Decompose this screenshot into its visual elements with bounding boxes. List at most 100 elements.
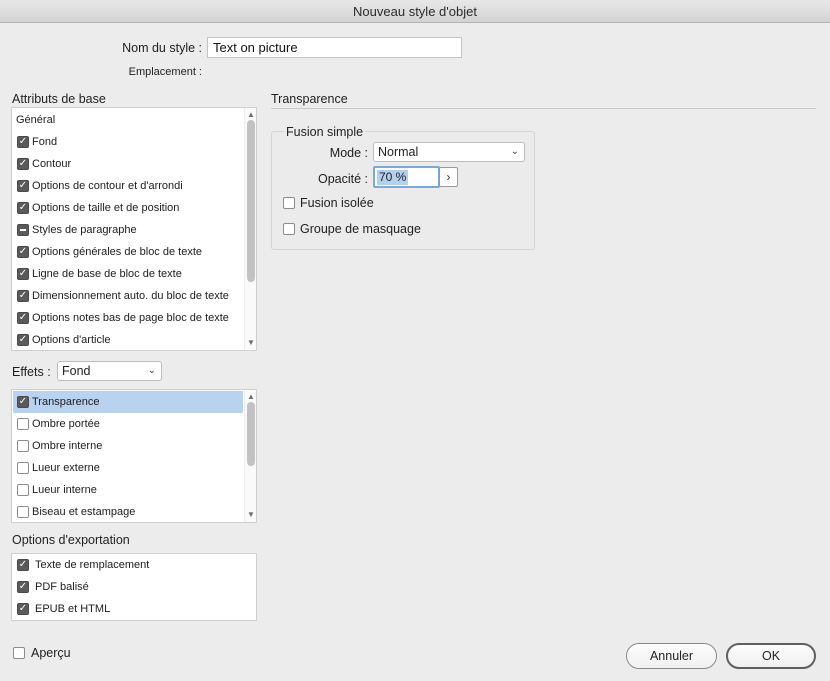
list-item[interactable]: Lueur externe [13, 457, 243, 479]
checkbox[interactable]: ✓ [17, 246, 29, 258]
checkbox[interactable]: ✓ [17, 136, 29, 148]
isolate-blending-checkbox[interactable] [283, 197, 295, 209]
scroll-down-icon[interactable]: ▼ [247, 511, 255, 519]
list-item[interactable]: ✓ Transparence [13, 391, 243, 413]
chevron-right-icon: › [446, 170, 451, 184]
list-item-label: Général [16, 114, 56, 126]
list-item[interactable]: Styles de paragraphe [13, 219, 243, 241]
checkbox[interactable]: ✓ [17, 158, 29, 170]
opacity-input[interactable]: 70 % [373, 166, 440, 188]
checkbox[interactable]: ✓ [17, 312, 29, 324]
preview-checkbox[interactable] [13, 647, 25, 659]
list-item[interactable]: Biseau et estampage [13, 501, 243, 522]
list-item[interactable]: ✓ Options notes bas de page bloc de texte [13, 307, 243, 329]
checkmark-icon: ✓ [18, 559, 28, 570]
effects-label: Effets : [12, 365, 51, 379]
list-item[interactable]: ✓ Ligne de base de bloc de texte [13, 263, 243, 285]
list-item-label: Ombre portée [32, 418, 100, 430]
list-item-label: Options d'article [32, 334, 111, 346]
list-item[interactable]: Ombre portée [13, 413, 243, 435]
list-item-label: Styles de paragraphe [32, 224, 137, 236]
effects-scrollbar[interactable]: ▲ ▼ [244, 390, 256, 522]
chevron-down-icon: ⌄ [510, 146, 519, 157]
scrollbar-thumb[interactable] [247, 120, 255, 282]
opacity-stepper-button[interactable]: › [439, 167, 458, 187]
checkbox[interactable]: ✓ [17, 581, 29, 593]
isolate-blending-label: Fusion isolée [300, 196, 374, 210]
list-item-label: Ombre interne [32, 440, 103, 452]
basic-attributes-list: ✓ Options d'article ✓ Options notes bas de … [11, 107, 257, 351]
cancel-button[interactable]: Annuler [626, 643, 717, 669]
list-item-label: Lueur interne [32, 484, 97, 496]
checkbox[interactable]: ✓ [17, 603, 29, 615]
list-item[interactable]: ✓ Options de taille et de position [13, 197, 243, 219]
checkbox[interactable] [17, 440, 29, 452]
list-item-label: Dimensionnement auto. du bloc de texte [32, 290, 229, 302]
scroll-up-icon[interactable]: ▲ [247, 393, 255, 401]
scroll-down-icon[interactable]: ▼ [247, 339, 255, 347]
list-item[interactable]: Ombre interne [13, 435, 243, 457]
mode-label: Mode : [329, 146, 368, 160]
list-item-label: Lueur externe [32, 462, 100, 474]
knockout-group-label: Groupe de masquage [300, 222, 421, 236]
checkmark-icon: ✓ [18, 334, 28, 345]
checkmark-icon: ✓ [18, 603, 28, 614]
checkbox[interactable]: ✓ [17, 180, 29, 192]
list-item-label: Options de contour et d'arrondi [32, 180, 183, 192]
list-item-label: Fond [32, 136, 58, 148]
checkmark-icon: ✓ [18, 290, 28, 301]
list-item-label: Transparence [32, 396, 100, 408]
list-item-label: Options notes bas de page bloc de texte [32, 312, 229, 324]
mode-select[interactable]: Normal ⌄ [373, 142, 525, 162]
checkbox[interactable] [17, 418, 29, 430]
checkbox[interactable] [17, 224, 29, 236]
panel-divider [271, 108, 816, 109]
panel-title: Transparence [271, 92, 348, 106]
checkmark-icon: ✓ [18, 158, 28, 169]
checkbox[interactable]: ✓ [17, 334, 29, 346]
checkmark-icon: ✓ [18, 246, 28, 257]
list-item[interactable]: ✓ Fond [13, 131, 243, 153]
list-item[interactable]: ✓ PDF balisé [13, 576, 255, 598]
checkbox[interactable] [17, 484, 29, 496]
list-item[interactable]: ✓ Options d'article [13, 329, 243, 350]
list-item-label: Texte de remplacement [35, 559, 150, 571]
blending-group-title: Fusion simple [284, 125, 366, 139]
scrollbar-thumb[interactable] [247, 402, 255, 466]
checkmark-icon: ✓ [18, 180, 28, 191]
effects-target-value: Fond [62, 364, 91, 378]
list-item[interactable]: ✓ EPUB et HTML [13, 598, 255, 620]
checkmark-icon: ✓ [18, 136, 28, 147]
window-title: Nouveau style d'objet [353, 4, 477, 19]
checkmark-icon: ✓ [18, 312, 28, 323]
checkbox[interactable]: ✓ [17, 290, 29, 302]
list-item[interactable]: ✓ Options de contour et d'arrondi [13, 175, 243, 197]
checkbox[interactable] [17, 462, 29, 474]
checkbox[interactable]: ✓ [17, 396, 29, 408]
list-item[interactable]: ✓ Texte de remplacement [13, 554, 255, 576]
effects-target-select[interactable]: Fond ⌄ [57, 361, 162, 381]
list-item-label: PDF balisé [35, 581, 89, 593]
list-item-label: EPUB et HTML [35, 603, 111, 615]
checkbox[interactable] [17, 506, 29, 518]
basic-attributes-scrollbar[interactable]: ▲ ▼ [244, 108, 256, 350]
list-item-label: Options de taille et de position [32, 202, 180, 214]
style-name-input[interactable]: Text on picture [207, 37, 462, 58]
list-item[interactable]: ✓ Options générales de bloc de texte [13, 241, 243, 263]
export-options-list: ✓ EPUB et HTML ✓ PDF balisé ✓ Texte de rempla… [11, 553, 257, 621]
effects-list: Biseau et estampage Lueur interne Lueur ex… [11, 389, 257, 523]
knockout-group-checkbox[interactable] [283, 223, 295, 235]
list-item[interactable]: Lueur interne [13, 479, 243, 501]
export-options-title: Options d'exportation [12, 533, 130, 547]
checkbox[interactable]: ✓ [17, 559, 29, 571]
list-item[interactable]: ✓ Contour [13, 153, 243, 175]
scroll-up-icon[interactable]: ▲ [247, 111, 255, 119]
checkmark-icon: ✓ [18, 581, 28, 592]
style-name-label: Nom du style : [122, 41, 202, 55]
checkbox[interactable]: ✓ [17, 202, 29, 214]
checkmark-icon: ✓ [18, 396, 28, 407]
list-item[interactable]: ✓ Dimensionnement auto. du bloc de texte [13, 285, 243, 307]
checkbox[interactable]: ✓ [17, 268, 29, 280]
ok-button[interactable]: OK [726, 643, 816, 669]
list-item[interactable]: Général [13, 109, 243, 131]
